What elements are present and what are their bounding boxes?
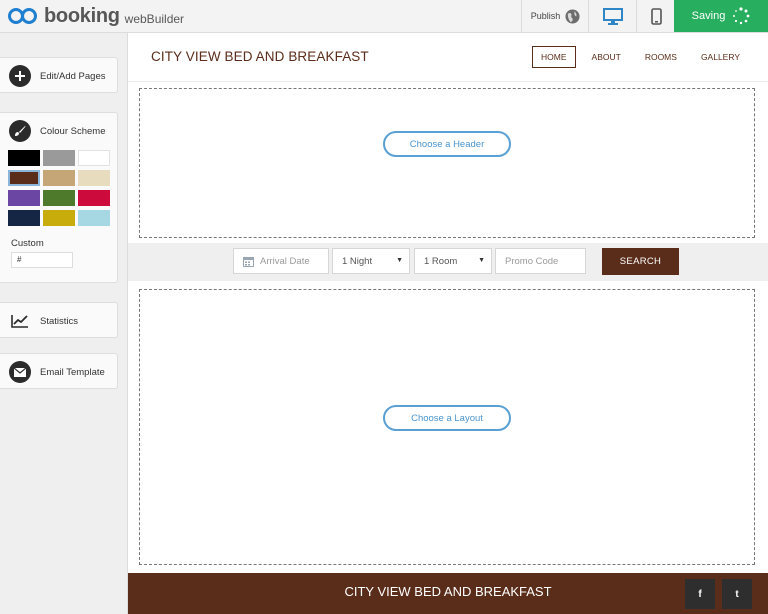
header-placeholder: Choose a Header xyxy=(139,88,755,238)
promo-code-input[interactable]: Promo Code xyxy=(495,248,586,274)
builder-sidebar: Edit/Add Pages Colour Scheme Custom # St… xyxy=(0,33,128,614)
colour-swatch[interactable] xyxy=(43,190,75,206)
colour-swatch[interactable] xyxy=(78,190,110,206)
email-template-label: Email Template xyxy=(40,366,105,378)
rooms-dropdown-icon: ▼ xyxy=(478,257,485,264)
spinner-icon xyxy=(733,7,750,25)
statistics-button[interactable]: Statistics xyxy=(0,302,118,338)
nav-item-about[interactable]: ABOUT xyxy=(584,46,629,68)
search-button[interactable]: SEARCH xyxy=(602,248,679,275)
rooms-select[interactable]: 1 Room ▼ xyxy=(414,248,492,274)
colour-swatch[interactable] xyxy=(43,210,75,226)
footer-title: CITY VIEW BED AND BREAKFAST xyxy=(344,584,552,599)
booking-search-bar: Arrival Date 1 Night ▼ 1 Room ▼ Promo Co… xyxy=(128,243,768,281)
saving-status: Saving xyxy=(674,0,768,32)
nav-item-gallery[interactable]: GALLERY xyxy=(693,46,748,68)
custom-colour-label: Custom xyxy=(11,238,44,249)
statistics-label: Statistics xyxy=(40,315,79,327)
mobile-icon xyxy=(650,7,662,25)
edit-pages-button[interactable]: Edit/Add Pages xyxy=(0,57,118,93)
nav-item-rooms[interactable]: ROOMS xyxy=(637,46,685,68)
top-bar: booking webBuilder Publish Saving xyxy=(0,0,768,33)
email-template-button[interactable]: Email Template xyxy=(0,353,118,389)
colour-swatch[interactable] xyxy=(78,170,110,186)
nav-item-home[interactable]: HOME xyxy=(532,46,576,68)
publish-button[interactable]: Publish xyxy=(521,0,589,32)
globe-icon xyxy=(565,8,580,24)
colour-swatch[interactable] xyxy=(8,210,40,226)
desktop-icon xyxy=(603,7,623,25)
nights-value: 1 Night xyxy=(342,255,373,267)
promo-code-placeholder: Promo Code xyxy=(505,255,559,267)
site-header-preview: CITY VIEW BED AND BREAKFAST HOME ABOUT ROO… xyxy=(128,33,768,82)
choose-layout-button[interactable]: Choose a Layout xyxy=(383,405,511,431)
layout-placeholder: Choose a Layout xyxy=(139,289,755,565)
colour-scheme-label: Colour Scheme xyxy=(40,125,106,137)
mobile-view-button[interactable] xyxy=(636,0,675,32)
logo-wordmark: booking xyxy=(44,4,120,27)
twitter-icon[interactable]: t xyxy=(722,579,752,609)
custom-colour-input[interactable]: # xyxy=(11,252,73,268)
calendar-icon xyxy=(243,256,254,267)
arrival-date-input[interactable]: Arrival Date xyxy=(233,248,329,274)
choose-header-button[interactable]: Choose a Header xyxy=(383,131,511,157)
facebook-icon[interactable]: f xyxy=(685,579,715,609)
publish-label: Publish xyxy=(530,11,561,21)
arrival-date-placeholder: Arrival Date xyxy=(260,255,310,267)
colour-swatch[interactable] xyxy=(8,190,40,206)
booking-logo: booking webBuilder xyxy=(8,4,184,28)
colour-swatch[interactable] xyxy=(8,150,40,166)
colour-swatch[interactable] xyxy=(43,170,75,186)
colour-swatch[interactable] xyxy=(43,150,75,166)
colour-swatch-grid xyxy=(8,150,117,226)
envelope-icon xyxy=(9,361,31,383)
line-chart-icon xyxy=(9,310,31,332)
paintbrush-icon xyxy=(9,120,31,142)
nights-dropdown-icon: ▼ xyxy=(396,257,403,264)
logo-product-name: webBuilder xyxy=(124,11,185,26)
edit-pages-label: Edit/Add Pages xyxy=(40,70,106,82)
site-title: CITY VIEW BED AND BREAKFAST xyxy=(151,49,369,64)
site-footer: CITY VIEW BED AND BREAKFAST f t xyxy=(128,573,768,614)
logo-rings-icon xyxy=(8,6,42,26)
plus-icon xyxy=(9,65,31,87)
colour-swatch[interactable] xyxy=(8,170,40,186)
nights-select[interactable]: 1 Night ▼ xyxy=(332,248,410,274)
colour-swatch[interactable] xyxy=(78,210,110,226)
colour-swatch[interactable] xyxy=(78,150,110,166)
saving-label: Saving xyxy=(691,10,726,22)
rooms-value: 1 Room xyxy=(424,255,458,267)
colour-scheme-panel: Colour Scheme Custom # xyxy=(0,112,118,283)
desktop-view-button[interactable] xyxy=(588,0,637,32)
site-navigation: HOME ABOUT ROOMS GALLERY xyxy=(524,46,748,68)
